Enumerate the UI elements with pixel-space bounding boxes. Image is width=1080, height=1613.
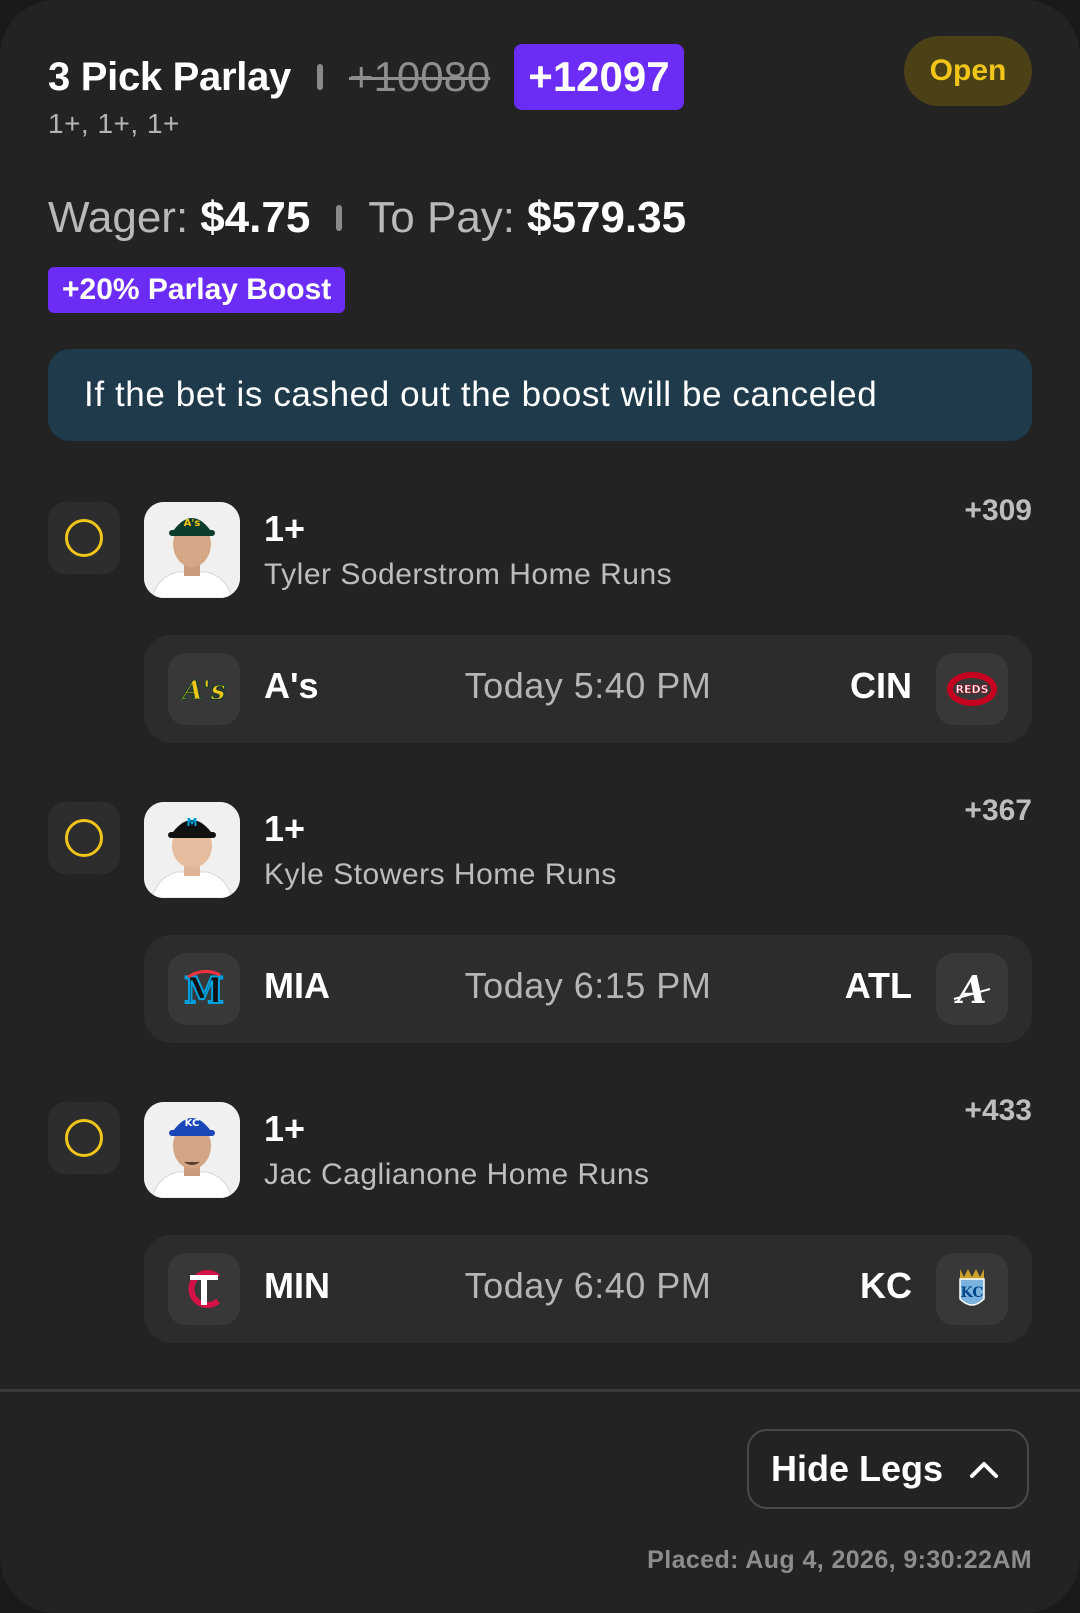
bet-title: 3 Pick Parlay xyxy=(48,54,291,99)
notice-text: If the bet is cashed out the boost will … xyxy=(84,375,878,414)
player-headshot: M xyxy=(144,802,240,898)
to-pay-label: To Pay: xyxy=(368,193,516,242)
svg-text:KC: KC xyxy=(185,1118,200,1129)
footer-divider xyxy=(0,1389,1080,1392)
svg-text:A: A xyxy=(954,967,986,1012)
boosted-odds: +12097 xyxy=(514,44,684,110)
leg-odds: +367 xyxy=(964,794,1032,827)
hide-legs-label: Hide Legs xyxy=(771,1448,944,1489)
divider-dot xyxy=(336,205,343,231)
svg-text:REDS: REDS xyxy=(955,683,988,696)
hide-legs-button[interactable]: Hide Legs xyxy=(747,1429,1029,1509)
wager-row: Wager: $4.75 To Pay: $579.35 xyxy=(48,188,686,248)
parlay-boost-badge: +20% Parlay Boost xyxy=(48,267,346,313)
leg-item[interactable]: M 1+ Kyle Stowers Home Runs +367 M MIA T… xyxy=(48,794,1032,1048)
player-headshot: A's xyxy=(144,502,240,598)
leg-item[interactable]: A's 1+ Tyler Soderstrom Home Runs +309 A… xyxy=(48,494,1032,748)
pending-status-icon xyxy=(48,1102,120,1174)
bet-header: 3 Pick Parlay +10080 +12097 xyxy=(48,44,684,110)
leg-market: Jac Caglianone Home Runs xyxy=(264,1158,650,1191)
home-team: CIN xyxy=(850,665,912,706)
pending-status-icon xyxy=(48,802,120,874)
svg-text:M: M xyxy=(187,816,198,829)
original-odds: +10080 xyxy=(348,53,491,100)
leg-odds: +309 xyxy=(964,494,1032,527)
legs-summary: 1+, 1+, 1+ xyxy=(48,108,180,139)
game-matchup[interactable]: A's A's Today 5:40 PM CIN REDS xyxy=(144,635,1032,743)
wager-label: Wager: xyxy=(48,193,189,242)
leg-line: 1+ xyxy=(264,808,306,849)
status-badge: Open xyxy=(904,36,1032,106)
game-matchup[interactable]: MIN Today 6:40 PM KC KC xyxy=(144,1235,1032,1343)
braves-logo-icon: A xyxy=(936,953,1008,1025)
wager-amount: $4.75 xyxy=(200,193,311,242)
divider-dot xyxy=(316,64,323,90)
svg-text:KC: KC xyxy=(961,1285,984,1301)
bet-card: 3 Pick Parlay +10080 +12097 Open 1+, 1+,… xyxy=(0,0,1080,1613)
game-matchup[interactable]: M MIA Today 6:15 PM ATL A xyxy=(144,935,1032,1043)
leg-item[interactable]: KC 1+ Jac Caglianone Home Runs +433 MIN … xyxy=(48,1094,1032,1348)
player-headshot: KC xyxy=(144,1102,240,1198)
home-team: ATL xyxy=(844,965,912,1006)
reds-logo-icon: REDS xyxy=(936,653,1008,725)
pending-status-icon xyxy=(48,502,120,574)
to-pay-amount: $579.35 xyxy=(527,193,687,242)
leg-odds: +433 xyxy=(964,1094,1032,1127)
home-team: KC xyxy=(860,1265,912,1306)
chevron-up-icon xyxy=(967,1453,1001,1492)
leg-line: 1+ xyxy=(264,1108,306,1149)
royals-logo-icon: KC xyxy=(936,1253,1008,1325)
svg-text:A's: A's xyxy=(184,518,201,529)
placed-timestamp: Placed: Aug 4, 2026, 9:30:22AM xyxy=(647,1546,1032,1574)
cashout-notice: If the bet is cashed out the boost will … xyxy=(48,349,1032,441)
leg-market: Kyle Stowers Home Runs xyxy=(264,858,617,891)
leg-market: Tyler Soderstrom Home Runs xyxy=(264,558,673,591)
leg-line: 1+ xyxy=(264,508,306,549)
